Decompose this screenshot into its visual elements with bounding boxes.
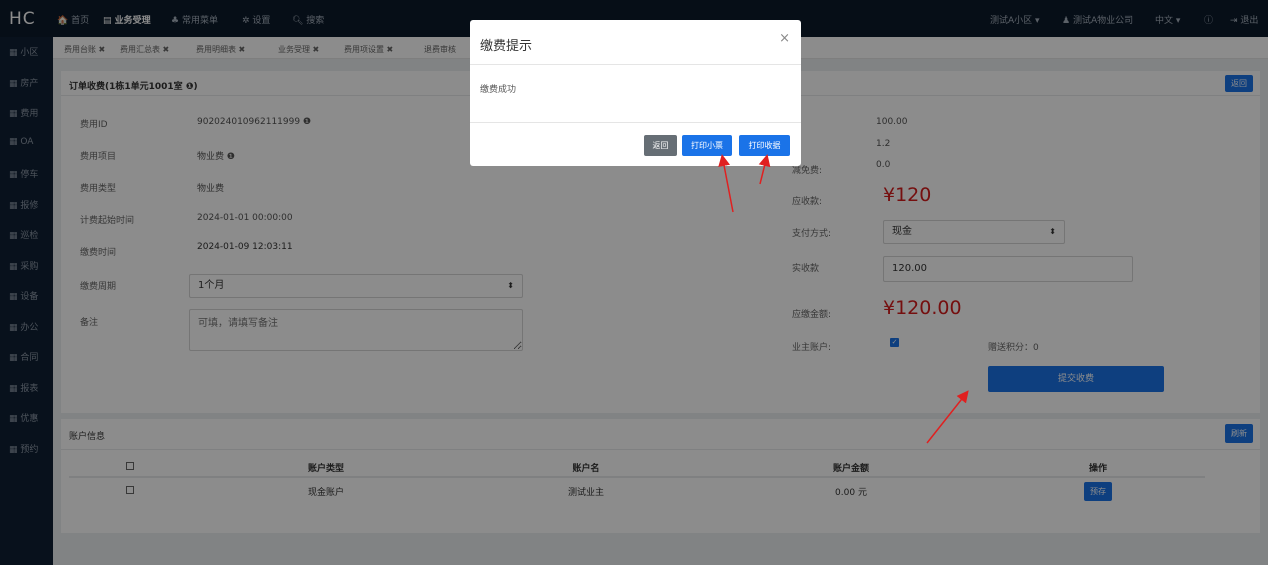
annotation-arrow — [926, 390, 969, 444]
annotation-arrows — [718, 154, 969, 444]
annotation-arrow — [718, 154, 734, 213]
annotation-arrow — [758, 154, 771, 185]
